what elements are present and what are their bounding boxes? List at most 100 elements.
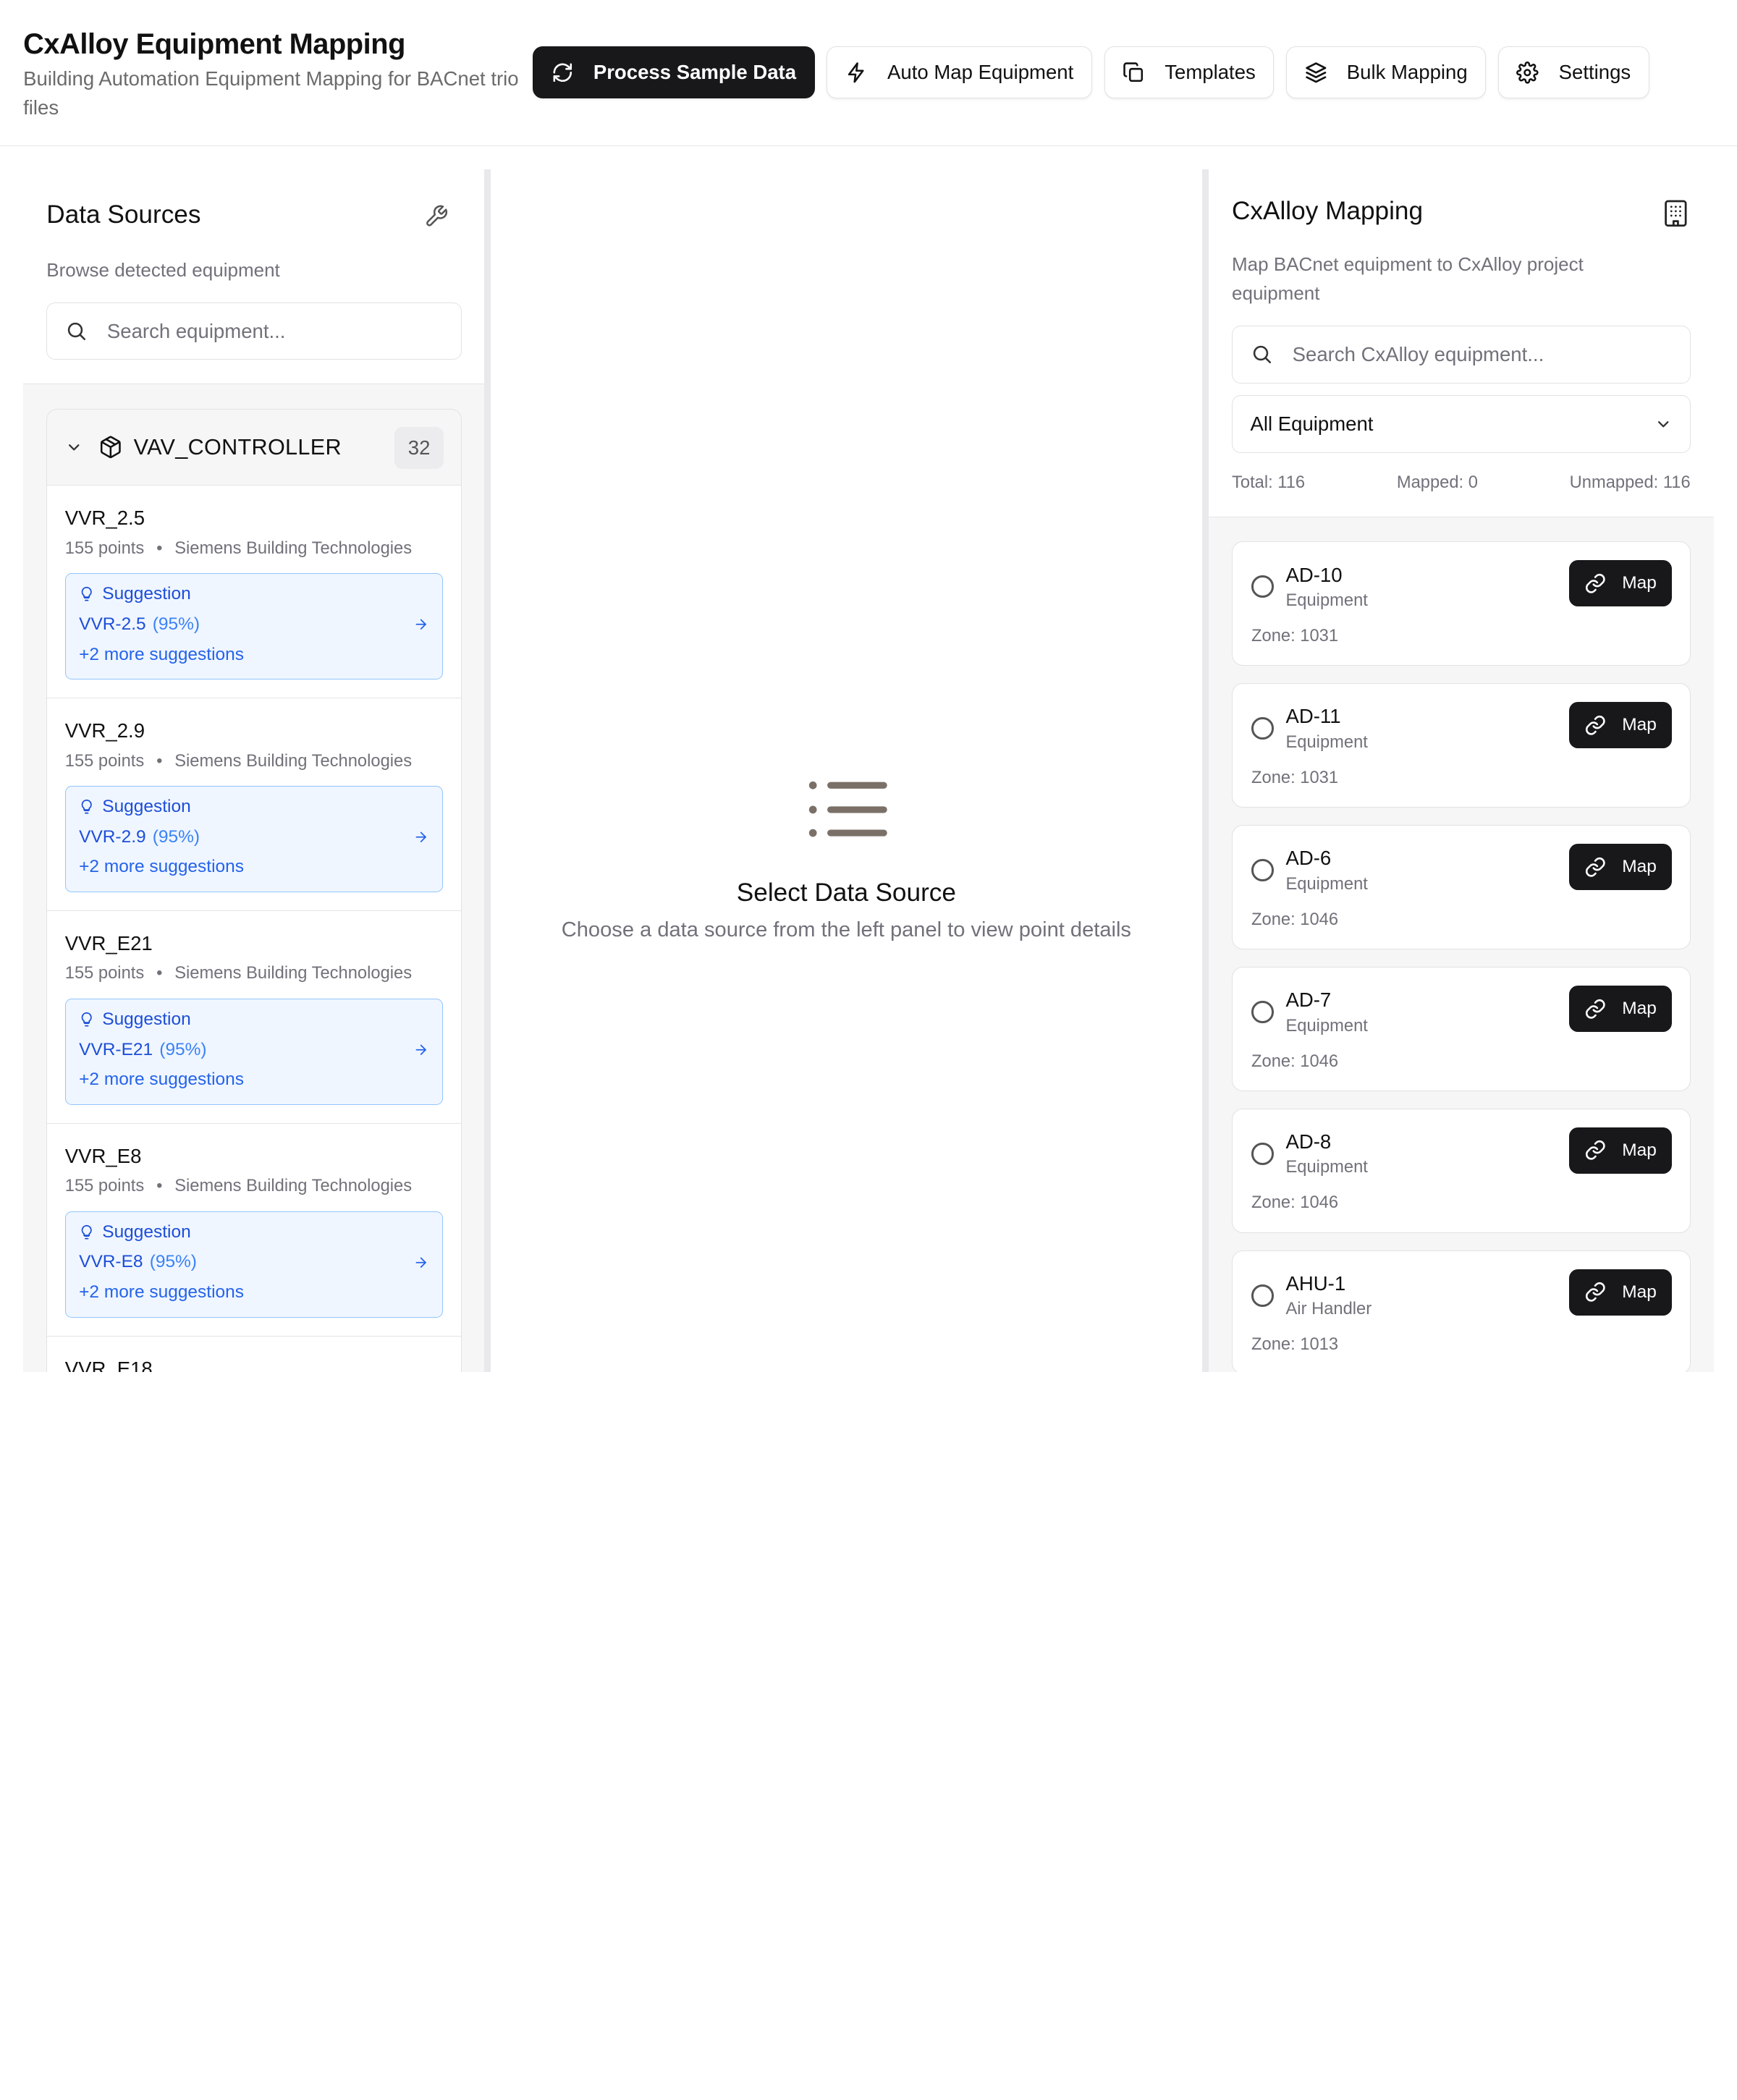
equipment-item[interactable]: VVR_E18 <box>47 1337 461 1372</box>
suggestion-name: VVR-E8 <box>79 1252 143 1272</box>
suggestion-header: Suggestion <box>79 1009 428 1030</box>
process-sample-data-button[interactable]: Process Sample Data <box>533 46 815 99</box>
suggestion-label: Suggestion <box>102 584 191 604</box>
select-radio[interactable] <box>1251 717 1274 740</box>
equipment-name: VVR_2.9 <box>64 719 145 742</box>
data-sources-panel: Data Sources Browse detected equipment S… <box>23 169 484 1373</box>
link-icon <box>1586 1140 1605 1161</box>
suggestion-confidence: (95%) <box>152 826 200 847</box>
map-button[interactable]: Map <box>1568 1269 1673 1316</box>
more-suggestions-link[interactable]: +2 more suggestions <box>79 857 428 877</box>
lightbulb-icon <box>81 1012 92 1027</box>
data-sources-header: Data Sources Browse detected equipment S… <box>23 169 484 385</box>
settings-button[interactable]: Settings <box>1497 46 1649 99</box>
cxalloy-equipment-card[interactable]: AD-8 Equipment Zone: 1046 Map <box>1232 1109 1691 1233</box>
app-title: CxAlloy Equipment Mapping <box>23 27 405 60</box>
right-resize-handle[interactable] <box>1201 169 1209 1373</box>
arrow-right-icon[interactable] <box>413 1255 428 1270</box>
select-radio[interactable] <box>1251 575 1274 598</box>
chevron-down-icon[interactable] <box>65 439 83 456</box>
map-button[interactable]: Map <box>1568 985 1673 1032</box>
cxalloy-equipment-card[interactable]: AD-11 Equipment Zone: 1031 Map <box>1232 683 1691 808</box>
cxalloy-equipment-zone: Zone: 1031 <box>1251 626 1339 645</box>
equipment-name: VVR_E8 <box>64 1145 142 1168</box>
cxalloy-equipment-card[interactable]: AD-6 Equipment Zone: 1046 Map <box>1232 825 1691 949</box>
cxalloy-search-input[interactable]: Search CxAlloy equipment... <box>1232 325 1691 384</box>
auto-map-equipment-button[interactable]: Auto Map Equipment <box>827 46 1092 99</box>
suggestion-header: Suggestion <box>79 797 428 817</box>
toolbar: Process Sample Data Auto Map Equipment T… <box>533 46 1649 99</box>
more-suggestions-link[interactable]: +2 more suggestions <box>79 1070 428 1090</box>
suggestion-match[interactable]: VVR-E21 (95%) <box>79 1040 428 1060</box>
cxalloy-search-placeholder: Search CxAlloy equipment... <box>1292 342 1544 365</box>
equipment-filter-select[interactable]: All Equipment <box>1232 395 1691 453</box>
equipment-item[interactable]: VVR_E21 155 points • Siemens Building Te… <box>47 911 462 1125</box>
empty-state-title: Select Data Source <box>736 878 956 907</box>
building-icon[interactable] <box>1662 199 1689 228</box>
bulk-mapping-label: Bulk Mapping <box>1346 61 1468 84</box>
cxalloy-equipment-card[interactable]: AHU-1 Air Handler Zone: 1013 Map <box>1232 1250 1691 1373</box>
mapping-stats: Total: 116 Mapped: 0 Unmapped: 116 <box>1232 473 1691 493</box>
arrow-right-icon[interactable] <box>413 617 428 632</box>
suggestion-label: Suggestion <box>102 1222 191 1242</box>
equipment-meta: 155 points • Siemens Building Technologi… <box>65 539 444 559</box>
link-icon <box>1586 1282 1605 1303</box>
cxalloy-equipment-type: Equipment <box>1285 732 1368 752</box>
arrow-right-icon[interactable] <box>413 1042 428 1057</box>
app-header: CxAlloy Equipment Mapping Building Autom… <box>0 0 1737 147</box>
select-radio[interactable] <box>1251 1284 1274 1307</box>
map-button-label: Map <box>1622 1140 1657 1160</box>
equipment-item[interactable]: VVR_E8 155 points • Siemens Building Tec… <box>47 1124 462 1337</box>
suggestion-box[interactable]: Suggestion VVR-2.5 (95%) +2 more suggest… <box>64 573 443 680</box>
map-button[interactable]: Map <box>1568 843 1673 891</box>
gear-icon <box>1516 62 1539 84</box>
lightning-icon <box>848 62 864 83</box>
map-button[interactable]: Map <box>1568 559 1673 607</box>
equipment-vendor: Siemens Building Technologies <box>174 538 413 558</box>
refresh-icon <box>553 63 572 82</box>
select-radio[interactable] <box>1251 1143 1274 1165</box>
more-suggestions-link[interactable]: +2 more suggestions <box>79 1282 428 1303</box>
cube-icon <box>100 436 121 459</box>
equipment-vendor: Siemens Building Technologies <box>174 751 413 771</box>
suggestion-match[interactable]: VVR-2.5 (95%) <box>79 614 428 635</box>
cxalloy-mapping-header: CxAlloy Mapping Map BACnet equipment to … <box>1208 169 1714 517</box>
map-button[interactable]: Map <box>1568 701 1673 749</box>
select-radio[interactable] <box>1251 859 1274 881</box>
equipment-item[interactable]: VVR_2.5 155 points • Siemens Building Te… <box>47 486 462 699</box>
left-resize-handle[interactable] <box>483 169 491 1373</box>
data-sources-subtitle: Browse detected equipment <box>46 259 280 281</box>
equipment-item[interactable]: VVR_2.9 155 points • Siemens Building Te… <box>47 698 462 912</box>
suggestion-confidence: (95%) <box>152 614 200 634</box>
select-radio[interactable] <box>1251 1001 1274 1023</box>
cxalloy-mapping-title: CxAlloy Mapping <box>1232 197 1424 226</box>
suggestion-match[interactable]: VVR-E8 (95%) <box>79 1252 428 1272</box>
wrench-icon[interactable] <box>424 204 449 229</box>
cxalloy-equipment-type: Equipment <box>1285 874 1368 894</box>
equipment-search-input[interactable]: Search equipment... <box>46 302 462 360</box>
list-icon <box>809 781 887 837</box>
equipment-group-vav-controller: VAV_CONTROLLER 32 VVR_2.5 155 points • S… <box>46 408 462 1373</box>
suggestion-box[interactable]: Suggestion VVR-E21 (95%) +2 more suggest… <box>64 999 443 1105</box>
settings-label: Settings <box>1558 61 1631 84</box>
equipment-points: 155 points <box>64 1177 145 1196</box>
equipment-vendor: Siemens Building Technologies <box>174 1177 413 1196</box>
suggestion-box[interactable]: Suggestion VVR-E8 (95%) +2 more suggesti… <box>64 1211 443 1318</box>
stat-mapped: Mapped: 0 <box>1396 473 1478 492</box>
bulk-mapping-button[interactable]: Bulk Mapping <box>1286 46 1487 99</box>
map-button[interactable]: Map <box>1568 1127 1673 1174</box>
suggestion-box[interactable]: Suggestion VVR-2.9 (95%) +2 more suggest… <box>64 786 443 893</box>
templates-button[interactable]: Templates <box>1104 46 1275 99</box>
auto-map-equipment-label: Auto Map Equipment <box>887 61 1074 84</box>
cxalloy-equipment-card[interactable]: AD-10 Equipment Zone: 1031 Map <box>1232 541 1691 666</box>
cxalloy-equipment-zone: Zone: 1046 <box>1251 910 1339 929</box>
link-icon <box>1586 715 1605 735</box>
more-suggestions-link[interactable]: +2 more suggestions <box>79 645 428 665</box>
group-header[interactable]: VAV_CONTROLLER 32 <box>47 409 462 486</box>
stat-unmapped: Unmapped: 116 <box>1569 473 1691 492</box>
suggestion-match[interactable]: VVR-2.9 (95%) <box>79 827 428 847</box>
group-count-badge: 32 <box>394 427 444 470</box>
search-icon <box>1253 346 1271 364</box>
cxalloy-equipment-card[interactable]: AD-7 Equipment Zone: 1046 Map <box>1232 967 1691 1091</box>
arrow-right-icon[interactable] <box>413 829 428 844</box>
